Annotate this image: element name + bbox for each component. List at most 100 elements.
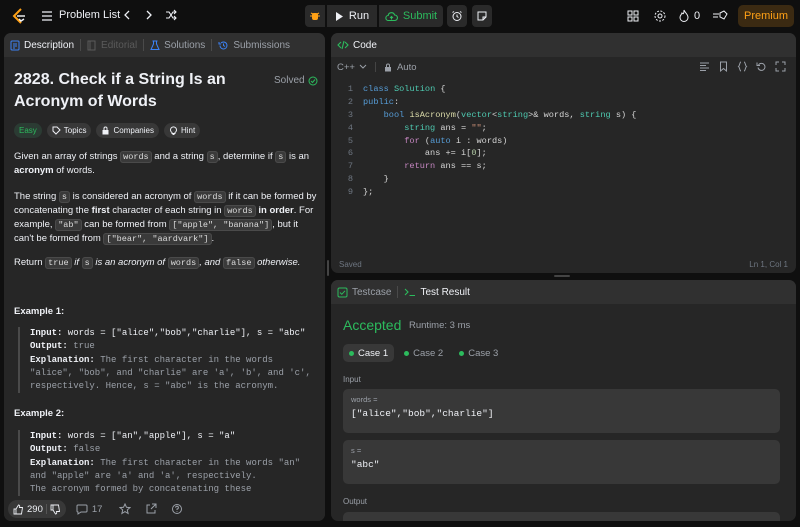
var-value: "abc"	[351, 459, 380, 470]
braces-icon[interactable]	[737, 61, 748, 72]
tab-editorial-label: Editorial	[101, 39, 138, 51]
topics-label: Topics	[63, 126, 87, 135]
tab-solutions-label: Solutions	[164, 39, 206, 51]
vertical-resize-handle[interactable]	[327, 260, 329, 276]
description-tabs: Description Editorial Solutions Submissi…	[4, 33, 325, 57]
example-2-heading: Example 2:	[14, 408, 65, 419]
tab-description-label: Description	[24, 39, 75, 51]
case-3-tab[interactable]: Case 3	[453, 344, 504, 362]
tab-submissions[interactable]: Submissions	[212, 33, 296, 57]
tab-test-result-label: Test Result	[420, 286, 470, 298]
language-select[interactable]: C++	[337, 62, 367, 73]
var-name: words =	[351, 395, 378, 404]
code-icon	[337, 40, 349, 50]
help-button[interactable]	[170, 502, 184, 516]
code-panel: Code C++ Auto 1 class Solution { 2 public:…	[331, 33, 796, 273]
debug-button[interactable]	[305, 5, 325, 27]
format-icon[interactable]	[699, 61, 710, 72]
problem-title: 2828. Check if a String Is an Acronym of…	[14, 71, 226, 110]
bookmark-icon[interactable]	[718, 61, 729, 72]
code-editor[interactable]: 1 class Solution { 2 public: 3 bool isAcro…	[331, 83, 796, 198]
problem-statement: Given an array of strings words and a st…	[14, 151, 310, 176]
thumbs-up-icon[interactable]	[13, 504, 24, 515]
case-1-tab[interactable]: Case 1	[343, 344, 395, 362]
submit-button[interactable]: Submit	[379, 5, 443, 27]
auto-mode-toggle[interactable]: Auto	[384, 62, 417, 73]
layout-grid-icon[interactable]	[626, 9, 640, 23]
comments-button[interactable]: 17	[76, 502, 102, 516]
save-status: Saved	[339, 259, 362, 269]
input-var-words: words = ["alice","bob","charlie"]	[343, 389, 780, 433]
next-problem-icon[interactable]	[142, 8, 156, 22]
favorite-button[interactable]	[118, 502, 132, 516]
premium-button[interactable]: Premium	[738, 5, 794, 27]
pass-dot-icon	[349, 350, 354, 356]
external-link-icon	[146, 503, 157, 514]
run-button[interactable]: Run	[327, 5, 377, 27]
case-2-tab[interactable]: Case 2	[398, 344, 449, 362]
list-icon[interactable]	[41, 10, 53, 22]
tab-test-result[interactable]: Test Result	[398, 280, 475, 304]
maximize-icon[interactable]	[775, 61, 786, 72]
tab-submissions-label: Submissions	[233, 39, 291, 51]
tag-chips: Easy Topics Companies Hint	[14, 123, 201, 138]
topics-chip[interactable]: Topics	[46, 123, 92, 138]
streak-counter[interactable]: 0	[678, 9, 700, 22]
timer-button[interactable]	[447, 5, 467, 27]
tab-editorial[interactable]: Editorial	[81, 33, 143, 57]
language-label: C++	[337, 61, 355, 73]
lightbulb-icon	[169, 126, 177, 135]
flask-icon	[150, 40, 160, 50]
cloud-upload-icon	[385, 11, 398, 21]
notes-button[interactable]	[472, 5, 492, 27]
tab-code[interactable]: Code	[331, 33, 383, 57]
avatar-icon[interactable]	[712, 9, 728, 23]
tab-description[interactable]: Description	[4, 33, 80, 57]
fire-icon	[679, 9, 689, 22]
prev-problem-icon[interactable]	[120, 8, 134, 22]
return-statement: Return true if s is an acronym of words,…	[14, 257, 301, 269]
tab-testcase[interactable]: Testcase	[331, 280, 397, 304]
tab-solutions[interactable]: Solutions	[144, 33, 211, 57]
problem-list-link[interactable]: Problem List	[59, 9, 120, 21]
code-line: 9};	[347, 186, 374, 197]
run-submit-group: Run Submit	[305, 5, 443, 27]
var-value: ["alice","bob","charlie"]	[351, 408, 494, 419]
streak-count: 0	[694, 9, 701, 22]
code-line: 2 public:	[347, 97, 400, 108]
difficulty-badge: Easy	[14, 123, 42, 138]
hint-chip[interactable]: Hint	[163, 123, 201, 138]
case-1-label: Case 1	[358, 347, 389, 359]
bug-icon	[310, 12, 320, 20]
case-tabs: Case 1 Case 2 Case 3	[343, 344, 504, 362]
output-value-box	[343, 512, 780, 521]
submit-label: Submit	[402, 10, 438, 22]
description-footer: 290 17	[4, 497, 325, 521]
code-line: 4 string ans = "";	[347, 122, 487, 133]
alarm-icon	[452, 11, 462, 21]
editor-status-bar: Saved Ln 1, Col 1	[331, 255, 796, 273]
thumbs-down-icon[interactable]	[50, 504, 61, 515]
description-panel: Description Editorial Solutions Submissi…	[4, 33, 325, 521]
solved-label: Solved	[274, 75, 305, 86]
leetcode-logo-icon[interactable]	[10, 7, 28, 25]
document-icon	[10, 40, 20, 50]
code-line: 1 class Solution {	[347, 84, 446, 95]
solved-badge: Solved	[274, 75, 318, 86]
like-count: 290	[27, 503, 43, 515]
gear-icon[interactable]	[653, 9, 667, 23]
check-circle-icon	[308, 76, 318, 85]
comment-icon	[76, 504, 88, 515]
pass-dot-icon	[404, 350, 410, 356]
horizontal-resize-handle[interactable]	[554, 275, 570, 277]
reset-icon[interactable]	[756, 61, 767, 72]
share-button[interactable]	[144, 502, 158, 516]
code-header: Code	[331, 33, 796, 57]
companies-label: Companies	[113, 126, 154, 135]
shuffle-icon[interactable]	[164, 8, 178, 22]
problem-definition: The string s is considered an acronym of…	[14, 191, 317, 245]
terminal-icon	[405, 288, 416, 297]
note-icon	[477, 11, 487, 21]
code-line: 5 for (auto i : words)	[347, 135, 508, 146]
companies-chip[interactable]: Companies	[96, 123, 159, 138]
